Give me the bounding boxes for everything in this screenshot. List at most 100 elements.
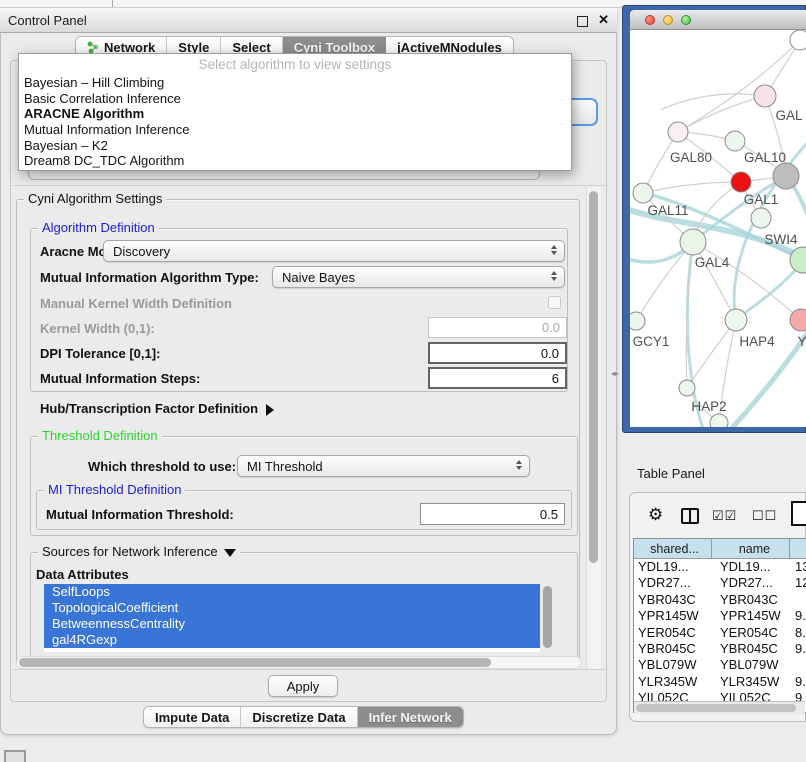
- table-cell[interactable]: 9: [790, 690, 806, 701]
- attribute-item[interactable]: TopologicalCoefficient: [44, 600, 540, 616]
- table-cell[interactable]: 12: [790, 575, 806, 591]
- mi-type-combo[interactable]: Naive Bayes: [272, 266, 565, 288]
- attribute-item[interactable]: BetweennessCentrality: [44, 616, 540, 632]
- network-node[interactable]: [668, 122, 688, 142]
- attributes-list-scrollbar[interactable]: [543, 586, 552, 648]
- aracne-mode-combo[interactable]: Discovery: [103, 240, 565, 262]
- table-cell[interactable]: YIL052C: [712, 690, 790, 701]
- minimize-button[interactable]: [663, 15, 673, 25]
- table-cell[interactable]: YPR145W: [712, 608, 790, 624]
- sources-group-toggle[interactable]: Sources for Network Inference: [38, 545, 240, 559]
- network-node[interactable]: [754, 85, 776, 107]
- network-node[interactable]: [731, 172, 751, 192]
- columns-icon[interactable]: [681, 508, 699, 524]
- table-cell[interactable]: YDR27...: [712, 575, 790, 591]
- column-header-3[interactable]: A: [790, 539, 806, 559]
- table-cell[interactable]: 8.: [790, 625, 806, 641]
- table-row[interactable]: YDL19...YDL19...13: [634, 559, 806, 575]
- column-header-2[interactable]: name: [712, 539, 790, 559]
- table-cell[interactable]: YBR045C: [634, 641, 712, 657]
- apply-button[interactable]: Apply: [268, 675, 338, 697]
- network-canvas[interactable]: GALGAL80GAL10GAL1GAL11SWI4GAL4GCY1HAP4YH…: [630, 30, 806, 427]
- dropdown-item[interactable]: Basic Correlation Inference: [19, 91, 571, 107]
- table-cell[interactable]: 13: [790, 559, 806, 575]
- table-cell[interactable]: YBL079W: [712, 657, 790, 673]
- network-node[interactable]: [751, 208, 771, 228]
- tab-impute-data[interactable]: Impute Data: [144, 707, 241, 727]
- zoom-button[interactable]: [681, 15, 691, 25]
- table-row[interactable]: YER054CYER054C8.: [634, 625, 806, 641]
- mi-steps-field[interactable]: 6: [428, 367, 567, 389]
- dropdown-item[interactable]: Bayesian – K2: [19, 138, 571, 154]
- select-all-columns-icon[interactable]: ☑☑: [712, 508, 737, 524]
- table-cell[interactable]: [790, 657, 806, 673]
- float-window-icon[interactable]: [577, 16, 588, 27]
- dropdown-item[interactable]: ARACNE Algorithm: [19, 106, 571, 122]
- table-scroll-thumb[interactable]: [636, 704, 796, 712]
- table-cell[interactable]: YPR145W: [634, 608, 712, 624]
- table-row[interactable]: YBR043CYBR043C: [634, 592, 806, 608]
- network-node[interactable]: [725, 309, 747, 331]
- settings-scroll-thumb[interactable]: [589, 191, 598, 563]
- dropdown-item[interactable]: Mutual Information Inference: [19, 122, 571, 138]
- network-edge[interactable]: [678, 96, 765, 132]
- mi-threshold-group-label: MI Threshold Definition: [44, 483, 185, 497]
- settings-scrollbar[interactable]: [586, 187, 601, 669]
- table-row[interactable]: YBL079WYBL079W: [634, 657, 806, 673]
- table-cell[interactable]: YLR345W: [634, 674, 712, 690]
- table-cell[interactable]: YBR043C: [634, 592, 712, 608]
- table-row[interactable]: YIL052CYIL052C9: [634, 690, 806, 701]
- dropdown-item[interactable]: Dream8 DC_TDC Algorithm: [19, 153, 571, 169]
- node-label: GAL80: [670, 150, 712, 165]
- hub-definition-toggle[interactable]: Hub/Transcription Factor Definition: [40, 401, 274, 416]
- network-edge[interactable]: [660, 94, 765, 110]
- table-cell[interactable]: YDL19...: [634, 559, 712, 575]
- network-edge[interactable]: [636, 242, 693, 321]
- table-cell[interactable]: 9.: [790, 641, 806, 657]
- network-node[interactable]: [790, 30, 806, 50]
- network-node[interactable]: [773, 163, 799, 189]
- network-node[interactable]: [680, 229, 706, 255]
- table-row[interactable]: YLR345WYLR345W9.: [634, 674, 806, 690]
- attribute-item[interactable]: gal4RGexp: [44, 632, 540, 648]
- tab-discretize-data[interactable]: Discretize Data: [241, 707, 357, 727]
- table-horizontal-scrollbar[interactable]: [634, 701, 805, 714]
- table-row[interactable]: YPR145WYPR145W9.: [634, 608, 806, 624]
- table-row[interactable]: YDR27...YDR27...12: [634, 575, 806, 591]
- table-row[interactable]: YBR045CYBR045C9.: [634, 641, 806, 657]
- table-cell[interactable]: 9.: [790, 608, 806, 624]
- horizontal-scroll-thumb[interactable]: [19, 658, 491, 667]
- gear-icon[interactable]: ⚙: [648, 505, 663, 525]
- new-table-icon[interactable]: [791, 501, 806, 526]
- unselect-all-columns-icon[interactable]: ☐☐: [752, 508, 777, 524]
- settings-horizontal-scrollbar[interactable]: [16, 656, 582, 669]
- column-header-1[interactable]: shared...: [634, 539, 712, 559]
- mi-threshold-field[interactable]: 0.5: [420, 503, 565, 525]
- network-node[interactable]: [633, 183, 653, 203]
- network-node[interactable]: [679, 380, 695, 396]
- table-cell[interactable]: YDL19...: [712, 559, 790, 575]
- network-edge[interactable]: [643, 182, 741, 193]
- table-cell[interactable]: YLR345W: [712, 674, 790, 690]
- table-cell[interactable]: YER054C: [712, 625, 790, 641]
- table-cell[interactable]: YBR045C: [712, 641, 790, 657]
- table-cell[interactable]: 9.: [790, 674, 806, 690]
- network-node[interactable]: [725, 131, 745, 151]
- table-cell[interactable]: YDR27...: [634, 575, 712, 591]
- data-attributes-list[interactable]: SelfLoopsTopologicalCoefficientBetweenne…: [44, 584, 540, 652]
- dpi-tolerance-field[interactable]: 0.0: [428, 342, 567, 364]
- which-threshold-combo[interactable]: MI Threshold: [237, 455, 530, 477]
- dropdown-item[interactable]: Bayesian – Hill Climbing: [19, 75, 571, 91]
- attribute-item[interactable]: SelfLoops: [44, 584, 540, 600]
- network-node[interactable]: [710, 414, 728, 427]
- tab-infer-network[interactable]: Infer Network: [358, 707, 463, 727]
- table-cell[interactable]: YBR043C: [712, 592, 790, 608]
- table-cell[interactable]: YIL052C: [634, 690, 712, 701]
- table-cell[interactable]: YER054C: [634, 625, 712, 641]
- table-cell[interactable]: YBL079W: [634, 657, 712, 673]
- splitpane-handle-icon[interactable]: ◂▸: [611, 369, 619, 378]
- network-node[interactable]: [630, 312, 645, 330]
- close-icon[interactable]: ✕: [598, 12, 609, 28]
- close-button[interactable]: [645, 15, 655, 25]
- table-cell[interactable]: [790, 592, 806, 608]
